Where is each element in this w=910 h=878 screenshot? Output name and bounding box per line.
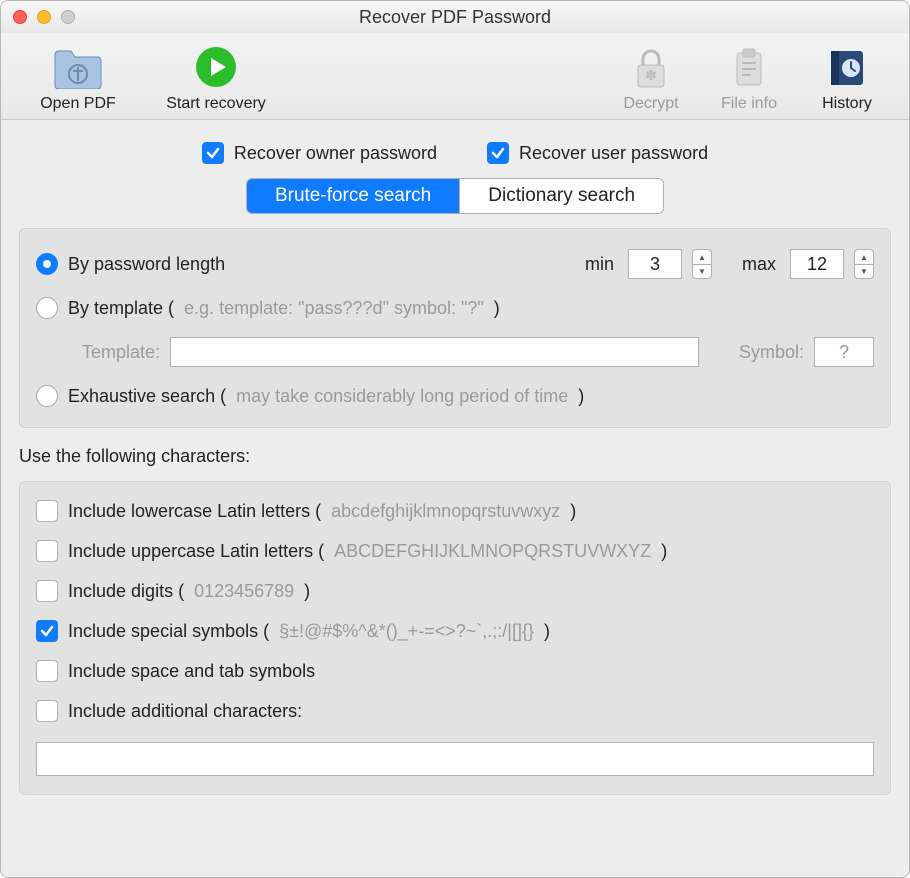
lowercase-label: Include lowercase Latin letters (: [68, 501, 321, 522]
toolbar: Open PDF Start recovery ✽ Decrypt: [1, 33, 909, 120]
content: Recover owner password Recover user pass…: [1, 120, 909, 868]
by-template-hint: e.g. template: "pass???d" symbol: "?": [184, 298, 484, 319]
lowercase-row: Include lowercase Latin letters ( abcdefg…: [36, 500, 874, 522]
start-recovery-label: Start recovery: [166, 95, 266, 113]
recover-user-checkbox[interactable]: [487, 142, 509, 164]
chevron-down-icon[interactable]: ▼: [855, 264, 873, 278]
close-paren: ): [304, 581, 310, 602]
decrypt-button[interactable]: ✽ Decrypt: [611, 43, 691, 113]
uppercase-checkbox[interactable]: [36, 540, 58, 562]
by-template-radio[interactable]: [36, 297, 58, 319]
digits-checkbox[interactable]: [36, 580, 58, 602]
symbols-checkbox[interactable]: [36, 620, 58, 642]
digits-label: Include digits (: [68, 581, 184, 602]
file-info-button[interactable]: File info: [709, 43, 789, 113]
chevron-up-icon[interactable]: ▲: [855, 250, 873, 264]
recover-options-row: Recover owner password Recover user pass…: [19, 138, 891, 164]
close-paren: ): [544, 621, 550, 642]
by-length-label: By password length: [68, 254, 225, 275]
close-paren: ): [570, 501, 576, 522]
min-input[interactable]: 3: [628, 249, 682, 279]
symbol-input[interactable]: ?: [814, 337, 874, 367]
template-input-row: Template: Symbol: ?: [36, 337, 874, 367]
additional-checkbox[interactable]: [36, 700, 58, 722]
clipboard-icon: [731, 43, 767, 91]
tab-brute-force[interactable]: Brute-force search: [247, 179, 459, 213]
titlebar: Recover PDF Password: [1, 1, 909, 33]
tab-dictionary[interactable]: Dictionary search: [459, 179, 663, 213]
characters-panel: Include lowercase Latin letters ( abcdefg…: [19, 481, 891, 795]
by-length-radio[interactable]: [36, 253, 58, 275]
search-method-panel: By password length min 3 ▲ ▼ max 12 ▲ ▼ …: [19, 228, 891, 428]
symbols-hint: §±!@#$%^&*()_+-=<>?~`,.;:/|[]{}: [279, 621, 534, 642]
space-row: Include space and tab symbols: [36, 660, 874, 682]
traffic-lights: [13, 10, 75, 24]
decrypt-label: Decrypt: [623, 95, 678, 113]
open-pdf-button[interactable]: Open PDF: [23, 43, 133, 113]
exhaustive-hint: may take considerably long period of tim…: [236, 386, 568, 407]
space-label: Include space and tab symbols: [68, 661, 315, 682]
window-title: Recover PDF Password: [1, 7, 909, 28]
symbol-label: Symbol:: [739, 342, 804, 363]
by-template-label: By template (: [68, 298, 174, 319]
lock-icon: ✽: [633, 43, 669, 91]
app-window: Recover PDF Password Open PDF Start reco…: [0, 0, 910, 878]
close-paren: ): [494, 298, 500, 319]
max-label: max: [742, 254, 776, 275]
lowercase-checkbox[interactable]: [36, 500, 58, 522]
digits-row: Include digits ( 0123456789): [36, 580, 874, 602]
uppercase-row: Include uppercase Latin letters ( ABCDEFG…: [36, 540, 874, 562]
start-recovery-button[interactable]: Start recovery: [151, 43, 281, 113]
close-icon[interactable]: [13, 10, 27, 24]
search-mode-tabs: Brute-force search Dictionary search: [19, 178, 891, 214]
recover-user-label: Recover user password: [519, 143, 708, 164]
min-label: min: [585, 254, 614, 275]
template-input[interactable]: [170, 337, 699, 367]
min-stepper[interactable]: ▲ ▼: [692, 249, 712, 279]
by-length-row: By password length min 3 ▲ ▼ max 12 ▲ ▼: [36, 249, 874, 279]
template-label: Template:: [82, 342, 160, 363]
history-button[interactable]: History: [807, 43, 887, 113]
lowercase-hint: abcdefghijklmnopqrstuvwxyz: [331, 501, 560, 522]
folder-pdf-icon: [51, 43, 105, 91]
recover-user-row: Recover user password: [487, 142, 708, 164]
uppercase-label: Include uppercase Latin letters (: [68, 541, 324, 562]
history-icon: [827, 43, 867, 91]
file-info-label: File info: [721, 95, 777, 113]
exhaustive-radio[interactable]: [36, 385, 58, 407]
play-icon: [194, 43, 238, 91]
close-paren: ): [578, 386, 584, 407]
additional-label: Include additional characters:: [68, 701, 302, 722]
additional-input[interactable]: [36, 742, 874, 776]
minimize-icon[interactable]: [37, 10, 51, 24]
close-paren: ): [661, 541, 667, 562]
recover-owner-row: Recover owner password: [202, 142, 437, 164]
symbols-row: Include special symbols ( §±!@#$%^&*()_+-…: [36, 620, 874, 642]
recover-owner-label: Recover owner password: [234, 143, 437, 164]
exhaustive-row: Exhaustive search ( may take considerabl…: [36, 385, 874, 407]
exhaustive-label: Exhaustive search (: [68, 386, 226, 407]
additional-row: Include additional characters:: [36, 700, 874, 722]
uppercase-hint: ABCDEFGHIJKLMNOPQRSTUVWXYZ: [334, 541, 651, 562]
chevron-up-icon[interactable]: ▲: [693, 250, 711, 264]
characters-heading: Use the following characters:: [19, 446, 891, 467]
symbols-label: Include special symbols (: [68, 621, 269, 642]
max-stepper[interactable]: ▲ ▼: [854, 249, 874, 279]
svg-text:✽: ✽: [645, 67, 657, 83]
max-input[interactable]: 12: [790, 249, 844, 279]
history-label: History: [822, 95, 872, 113]
space-checkbox[interactable]: [36, 660, 58, 682]
chevron-down-icon[interactable]: ▼: [693, 264, 711, 278]
digits-hint: 0123456789: [194, 581, 294, 602]
open-pdf-label: Open PDF: [40, 95, 116, 113]
by-template-row: By template ( e.g. template: "pass???d" …: [36, 297, 874, 319]
recover-owner-checkbox[interactable]: [202, 142, 224, 164]
maximize-icon[interactable]: [61, 10, 75, 24]
